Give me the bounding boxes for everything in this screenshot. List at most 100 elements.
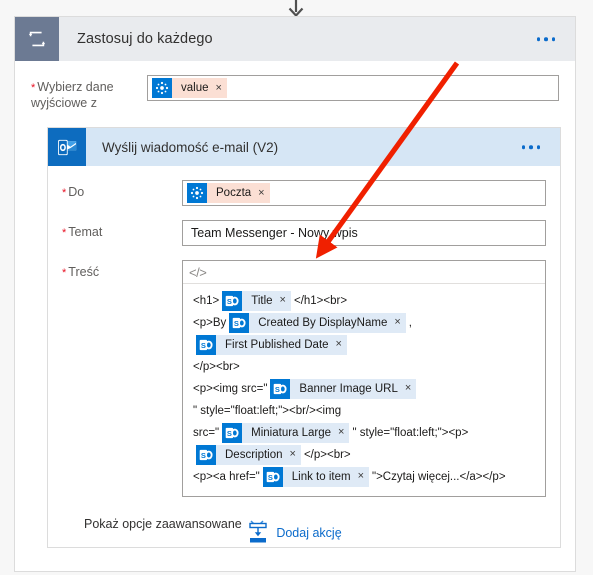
- token-remove-icon[interactable]: ×: [290, 449, 296, 460]
- token-remove-icon[interactable]: ×: [338, 427, 344, 438]
- token-miniatura-large[interactable]: S Miniatura Large ×: [222, 422, 350, 443]
- html-text-fragment: <p>By: [193, 317, 227, 329]
- subject-value: Team Messenger - Nowy wpis: [191, 226, 358, 240]
- sharepoint-icon: S: [270, 378, 291, 399]
- to-label-text: Do: [68, 185, 85, 199]
- token-remove-icon[interactable]: ×: [394, 317, 400, 328]
- ellipsis-dot: [529, 145, 533, 149]
- select-output-input[interactable]: value ×: [147, 75, 559, 101]
- subject-field-row: * Temat Team Messenger - Nowy wpis: [62, 206, 546, 246]
- send-email-title: Wyślij wiadomość e-mail (V2): [102, 139, 279, 155]
- token-body: Link to item ×: [282, 466, 369, 487]
- token-label: Banner Image URL: [299, 382, 398, 395]
- required-marker: *: [62, 187, 67, 199]
- svg-text:S: S: [268, 473, 273, 482]
- sharepoint-icon: S: [262, 466, 283, 487]
- apply-to-each-title: Zastosuj do każdego: [77, 31, 213, 47]
- html-text-fragment: </h1><br>: [293, 295, 348, 307]
- body-html-line: <p><img src=" S Banner Image URL × " style="…: [193, 378, 537, 422]
- token-body: Title ×: [242, 290, 291, 311]
- apply-to-each-loop-icon: [15, 17, 59, 61]
- body-label-text: Treść: [68, 265, 100, 279]
- svg-text:S: S: [201, 451, 206, 460]
- token-label: Miniatura Large: [251, 426, 332, 439]
- body-html-line: <h1> S Title × </h1><br>: [193, 290, 537, 312]
- required-marker: *: [62, 227, 67, 239]
- html-text-fragment: <p><img src=": [193, 383, 268, 395]
- body-label: * Treść: [62, 260, 182, 281]
- token-created-by-displayname[interactable]: S Created By DisplayName ×: [229, 312, 406, 333]
- required-marker: *: [31, 82, 36, 94]
- token-title[interactable]: S Title ×: [222, 290, 291, 311]
- dynamic-content-icon: [187, 183, 207, 203]
- token-remove-icon[interactable]: ×: [358, 471, 364, 482]
- token-link-to-item[interactable]: S Link to item ×: [262, 466, 369, 487]
- body-editor-toolbar: </>: [183, 261, 545, 284]
- subject-control: Team Messenger - Nowy wpis: [182, 220, 546, 246]
- body-html-line: </p><br>: [193, 356, 537, 378]
- token-body: Description ×: [216, 444, 301, 465]
- to-input[interactable]: Poczta ×: [182, 180, 546, 206]
- send-email-body: * Do Poczta × * Temat Team Messenger - N…: [48, 166, 560, 547]
- body-control: </> <h1> S Title × </h1><br> <p>By S Created By…: [182, 260, 546, 497]
- token-body: First Published Date ×: [216, 334, 347, 355]
- ellipsis-horizontal-icon: [536, 37, 540, 41]
- add-action-button[interactable]: Dodaj akcję: [15, 522, 575, 544]
- body-html-line: S Description × </p><br>: [193, 444, 537, 466]
- token-label: Created By DisplayName: [258, 316, 388, 329]
- body-html-line: <p>By S Created By DisplayName ×, S First Pub…: [193, 312, 537, 356]
- subject-input[interactable]: Team Messenger - Nowy wpis: [182, 220, 546, 246]
- token-label: Description: [225, 448, 283, 461]
- select-output-field-row: * Wybierz dane wyjściowe z value ×: [31, 61, 559, 111]
- ellipsis-dot: [544, 37, 548, 41]
- sharepoint-icon: S: [229, 312, 250, 333]
- ellipsis-dot: [536, 145, 540, 149]
- subject-label: * Temat: [62, 220, 182, 241]
- apply-to-each-header[interactable]: Zastosuj do każdego: [15, 17, 575, 61]
- body-html-editor[interactable]: </> <h1> S Title × </h1><br> <p>By S Created By…: [182, 260, 546, 497]
- token-label: Poczta: [216, 187, 252, 199]
- token-remove-icon[interactable]: ×: [216, 82, 222, 94]
- body-field-row: * Treść </> <h1> S Title × </h1><br> <p>By S Cre…: [62, 246, 546, 497]
- svg-text:S: S: [201, 341, 206, 350]
- required-marker: *: [62, 267, 67, 279]
- token-label: Link to item: [291, 470, 351, 483]
- apply-to-each-menu-button[interactable]: [533, 33, 560, 45]
- token-banner-image-url[interactable]: S Banner Image URL ×: [270, 378, 417, 399]
- token-label: First Published Date: [225, 338, 329, 351]
- html-text-fragment: </p><br>: [193, 361, 240, 373]
- send-email-card: Wyślij wiadomość e-mail (V2) * Do Poczta…: [47, 127, 561, 548]
- code-view-icon[interactable]: </>: [189, 265, 207, 280]
- token-poczta-body: Poczta ×: [207, 183, 270, 203]
- html-text-fragment: </p><br>: [303, 449, 351, 461]
- token-value-body: value ×: [172, 78, 227, 98]
- body-html-line: <p><a href=" S Link to item × ">Czytaj więce…: [193, 466, 537, 488]
- token-remove-icon[interactable]: ×: [336, 339, 342, 350]
- token-body: Miniatura Large ×: [242, 422, 350, 443]
- html-text-fragment: <h1>: [193, 295, 220, 307]
- token-value[interactable]: value ×: [152, 78, 227, 98]
- sharepoint-icon: S: [222, 422, 243, 443]
- add-action-icon: [249, 522, 268, 543]
- token-body: Banner Image URL ×: [290, 378, 417, 399]
- send-email-menu-button[interactable]: [518, 141, 545, 153]
- token-description[interactable]: S Description ×: [196, 444, 301, 465]
- outlook-icon: [48, 128, 86, 166]
- token-remove-icon[interactable]: ×: [405, 383, 411, 394]
- send-email-header[interactable]: Wyślij wiadomość e-mail (V2): [48, 128, 560, 166]
- token-label: Title: [251, 294, 273, 307]
- token-remove-icon[interactable]: ×: [280, 295, 286, 306]
- html-text-fragment: ,: [408, 317, 412, 329]
- svg-text:S: S: [227, 297, 232, 306]
- subject-label-text: Temat: [68, 225, 103, 239]
- apply-to-each-card: Zastosuj do każdego * Wybierz dane wyjści…: [14, 16, 576, 572]
- dynamic-content-icon: [152, 78, 172, 98]
- svg-text:S: S: [234, 319, 239, 328]
- html-text-fragment: " style="float:left;"><p>: [352, 427, 469, 439]
- token-remove-icon[interactable]: ×: [258, 187, 264, 199]
- token-poczta[interactable]: Poczta ×: [187, 183, 270, 203]
- body-html-content[interactable]: <h1> S Title × </h1><br> <p>By S Created By Dis…: [183, 284, 545, 496]
- token-first-published-date[interactable]: S First Published Date ×: [196, 334, 347, 355]
- html-text-fragment: ">Czytaj więcej...</a></p>: [372, 471, 506, 483]
- body-html-line: src=" S Miniatura Large × " style="float:lef…: [193, 422, 537, 444]
